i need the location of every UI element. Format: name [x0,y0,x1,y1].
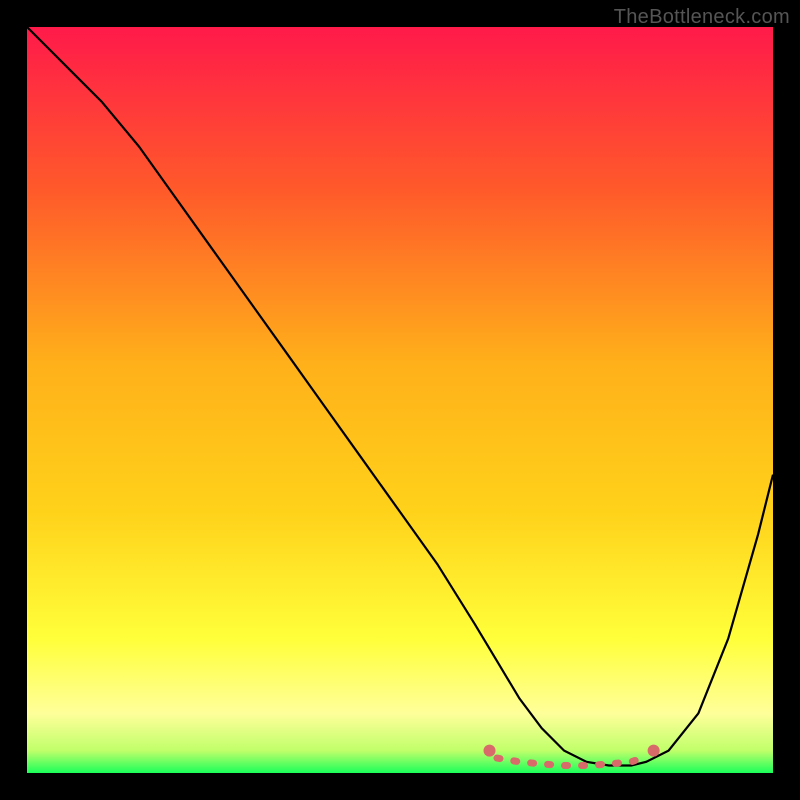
watermark-text: TheBottleneck.com [614,6,790,29]
highlight-point-right [648,745,660,757]
bottleneck-chart [27,27,773,773]
gradient-background [27,27,773,773]
highlight-point-left [484,745,496,757]
chart-svg [27,27,773,773]
